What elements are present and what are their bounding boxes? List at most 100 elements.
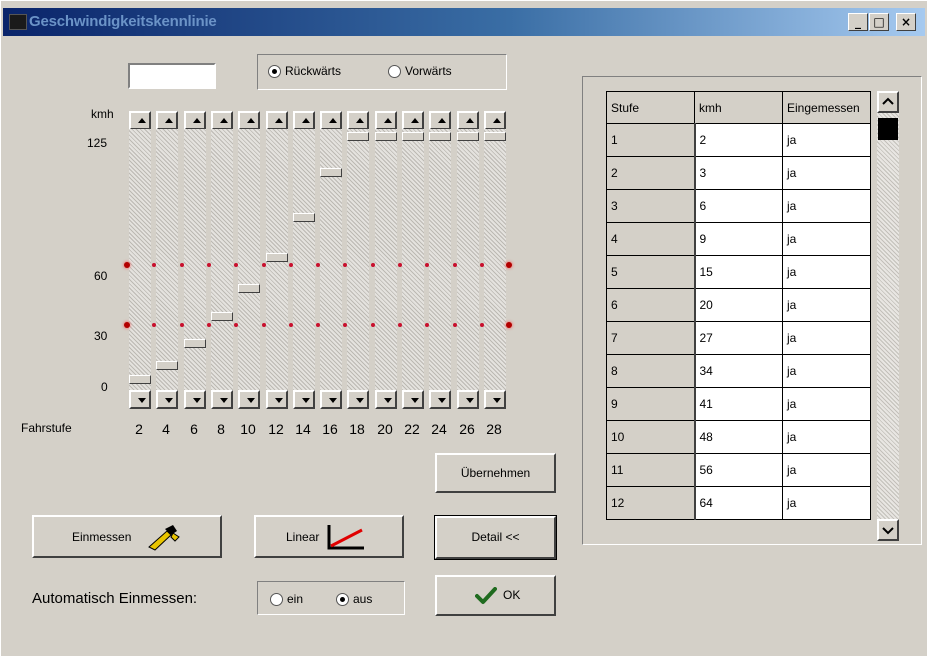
cell-eingemessen[interactable]: ja: [782, 354, 871, 388]
slider-down-button[interactable]: [320, 390, 342, 409]
cell-eingemessen[interactable]: ja: [782, 222, 871, 256]
slider-thumb[interactable]: [320, 168, 342, 177]
cell-eingemessen[interactable]: ja: [782, 288, 871, 322]
slider-down-button[interactable]: [184, 390, 206, 409]
table-row[interactable]: 6 20 ja: [606, 288, 871, 322]
radio-ein[interactable]: ein: [270, 592, 303, 607]
cell-eingemessen[interactable]: ja: [782, 387, 871, 421]
cell-kmh[interactable]: 34: [694, 354, 783, 388]
scroll-down-button[interactable]: [877, 519, 899, 541]
table-row[interactable]: 7 27 ja: [606, 321, 871, 355]
cell-kmh[interactable]: 3: [694, 156, 783, 190]
table-row[interactable]: 4 9 ja: [606, 222, 871, 256]
slider-down-button[interactable]: [211, 390, 233, 409]
cell-kmh[interactable]: 20: [694, 288, 783, 322]
detail-button[interactable]: Detail <<: [434, 515, 557, 560]
radio-vorwaerts[interactable]: Vorwärts: [388, 64, 452, 79]
slider-down-button[interactable]: [457, 390, 479, 409]
slider-track[interactable]: [457, 129, 479, 390]
table-row[interactable]: 3 6 ja: [606, 189, 871, 223]
table-row[interactable]: 9 41 ja: [606, 387, 871, 421]
slider-up-button[interactable]: [184, 111, 206, 130]
radio-aus[interactable]: aus: [336, 592, 372, 607]
slider-thumb[interactable]: [129, 375, 151, 384]
slider-up-button[interactable]: [129, 111, 151, 130]
radio-rueckwaerts[interactable]: Rückwärts: [268, 64, 341, 79]
cell-kmh[interactable]: 56: [694, 453, 783, 487]
slider-track[interactable]: [129, 129, 151, 390]
slider-thumb[interactable]: [238, 284, 260, 293]
table-row[interactable]: 10 48 ja: [606, 420, 871, 454]
slider-thumb[interactable]: [457, 132, 479, 141]
slider-up-button[interactable]: [238, 111, 260, 130]
title-bar[interactable]: Geschwindigkeitskennlinie _ □ ×: [3, 8, 925, 36]
slider-down-button[interactable]: [429, 390, 451, 409]
slider-down-button[interactable]: [293, 390, 315, 409]
slider-down-button[interactable]: [156, 390, 178, 409]
slider-up-button[interactable]: [457, 111, 479, 130]
slider-up-button[interactable]: [429, 111, 451, 130]
slider-track[interactable]: [375, 129, 397, 390]
table-scrollbar[interactable]: [877, 91, 899, 541]
slider-thumb[interactable]: [402, 132, 424, 141]
slider-track[interactable]: [184, 129, 206, 390]
column-header-eingemessen[interactable]: Eingemessen: [782, 91, 871, 124]
slider-thumb[interactable]: [375, 132, 397, 141]
cell-kmh[interactable]: 9: [694, 222, 783, 256]
slider-track[interactable]: [238, 129, 260, 390]
minimize-button[interactable]: _: [848, 13, 868, 31]
table-row[interactable]: 12 64 ja: [606, 486, 871, 520]
cell-kmh[interactable]: 15: [694, 255, 783, 289]
slider-thumb[interactable]: [293, 213, 315, 222]
cell-kmh[interactable]: 48: [694, 420, 783, 454]
slider-up-button[interactable]: [320, 111, 342, 130]
cell-kmh[interactable]: 64: [694, 486, 783, 520]
cell-eingemessen[interactable]: ja: [782, 321, 871, 355]
slider-down-button[interactable]: [238, 390, 260, 409]
cell-eingemessen[interactable]: ja: [782, 255, 871, 289]
slider-track[interactable]: [156, 129, 178, 390]
cell-kmh[interactable]: 27: [694, 321, 783, 355]
table-row[interactable]: 2 3 ja: [606, 156, 871, 190]
cell-kmh[interactable]: 41: [694, 387, 783, 421]
slider-up-button[interactable]: [402, 111, 424, 130]
cell-eingemessen[interactable]: ja: [782, 189, 871, 223]
table-row[interactable]: 11 56 ja: [606, 453, 871, 487]
slider-thumb[interactable]: [484, 132, 506, 141]
column-header-stufe[interactable]: Stufe: [606, 91, 695, 124]
slider-track[interactable]: [211, 129, 233, 390]
cell-kmh[interactable]: 2: [694, 123, 783, 157]
uebernehmen-button[interactable]: Übernehmen: [435, 453, 556, 493]
slider-track[interactable]: [402, 129, 424, 390]
table-row[interactable]: 8 34 ja: [606, 354, 871, 388]
speed-value-input[interactable]: [128, 63, 216, 89]
slider-down-button[interactable]: [347, 390, 369, 409]
cell-eingemessen[interactable]: ja: [782, 453, 871, 487]
cell-kmh[interactable]: 6: [694, 189, 783, 223]
slider-thumb[interactable]: [184, 339, 206, 348]
cell-eingemessen[interactable]: ja: [782, 123, 871, 157]
cell-eingemessen[interactable]: ja: [782, 486, 871, 520]
einmessen-button[interactable]: Einmessen: [32, 515, 222, 558]
slider-up-button[interactable]: [375, 111, 397, 130]
scroll-thumb[interactable]: [878, 118, 898, 140]
slider-thumb[interactable]: [156, 361, 178, 370]
linear-button[interactable]: Linear: [254, 515, 404, 558]
table-row[interactable]: 5 15 ja: [606, 255, 871, 289]
slider-down-button[interactable]: [484, 390, 506, 409]
scroll-up-button[interactable]: [877, 91, 899, 113]
cell-eingemessen[interactable]: ja: [782, 420, 871, 454]
slider-thumb[interactable]: [347, 132, 369, 141]
slider-up-button[interactable]: [293, 111, 315, 130]
slider-up-button[interactable]: [484, 111, 506, 130]
slider-up-button[interactable]: [347, 111, 369, 130]
close-button[interactable]: ×: [896, 13, 916, 31]
slider-up-button[interactable]: [211, 111, 233, 130]
slider-down-button[interactable]: [375, 390, 397, 409]
maximize-button[interactable]: □: [869, 13, 889, 31]
slider-down-button[interactable]: [129, 390, 151, 409]
column-header-kmh[interactable]: kmh: [694, 91, 783, 124]
app-icon[interactable]: [9, 14, 27, 30]
slider-track[interactable]: [293, 129, 315, 390]
slider-track[interactable]: [347, 129, 369, 390]
